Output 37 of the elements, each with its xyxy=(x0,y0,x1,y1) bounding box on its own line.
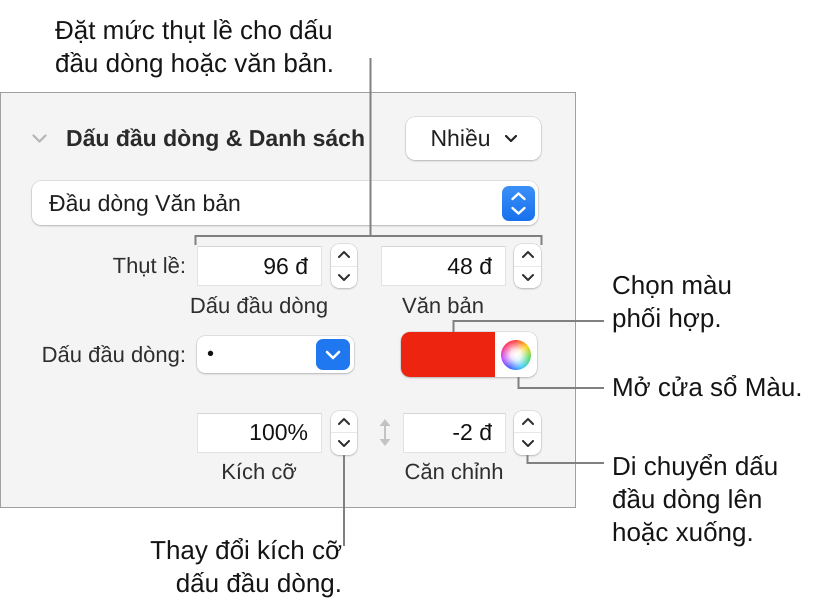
field-caption: Căn chỉnh xyxy=(403,460,505,484)
chevron-down-icon xyxy=(338,274,350,281)
number-field[interactable]: -2 đ xyxy=(403,412,506,452)
chevron-down-icon xyxy=(522,440,534,448)
stepper[interactable] xyxy=(514,244,541,288)
number-field[interactable]: 96 đ xyxy=(197,246,322,286)
field-label: Dấu đầu dòng: xyxy=(40,342,186,368)
chevron-up-icon xyxy=(522,418,534,425)
stepper[interactable] xyxy=(514,410,541,454)
chevron-up-icon xyxy=(338,251,350,258)
section-title: Dấu đầu dòng & Danh sách xyxy=(66,125,366,152)
number-field[interactable]: 100% xyxy=(197,412,322,452)
vertical-arrow-icon xyxy=(379,419,391,446)
up-down-chevron-icon xyxy=(502,186,535,220)
chevron-down-icon xyxy=(338,440,350,448)
chevron-down-icon xyxy=(504,135,517,142)
chevron-up-icon xyxy=(522,251,534,258)
number-field[interactable]: 48 đ xyxy=(381,246,506,286)
color-wheel-icon[interactable] xyxy=(501,340,531,370)
chevron-down-icon xyxy=(316,339,350,370)
bullet-popup[interactable]: • xyxy=(197,336,354,373)
stepper[interactable] xyxy=(331,244,357,288)
callout-text: Thay đổi kích cỡ dấu đầu dòng. xyxy=(150,534,342,600)
field-caption: Văn bản xyxy=(401,294,485,318)
field-caption: Dấu đầu dòng xyxy=(188,294,330,318)
callout-text: Mở cửa sổ Màu. xyxy=(612,371,803,404)
callout-text: Di chuyển dấu đầu dòng lên hoặc xuống. xyxy=(612,450,778,549)
list-style-popup[interactable]: Đầu dòng Văn bản xyxy=(32,181,538,225)
field-caption: Kích cỡ xyxy=(220,460,298,484)
color-well[interactable] xyxy=(401,332,537,377)
chevron-down-icon xyxy=(522,274,534,281)
callout-text: Đặt mức thụt lề cho dấu đầu dòng hoặc văn bản. xyxy=(55,14,334,80)
chevron-up-icon xyxy=(338,418,350,425)
callout-text: Chọn màu phối hợp. xyxy=(612,269,732,335)
preset-popup-button[interactable]: Nhiều xyxy=(406,117,541,160)
field-label: Thụt lề: xyxy=(112,253,186,279)
stepper[interactable] xyxy=(331,410,357,454)
